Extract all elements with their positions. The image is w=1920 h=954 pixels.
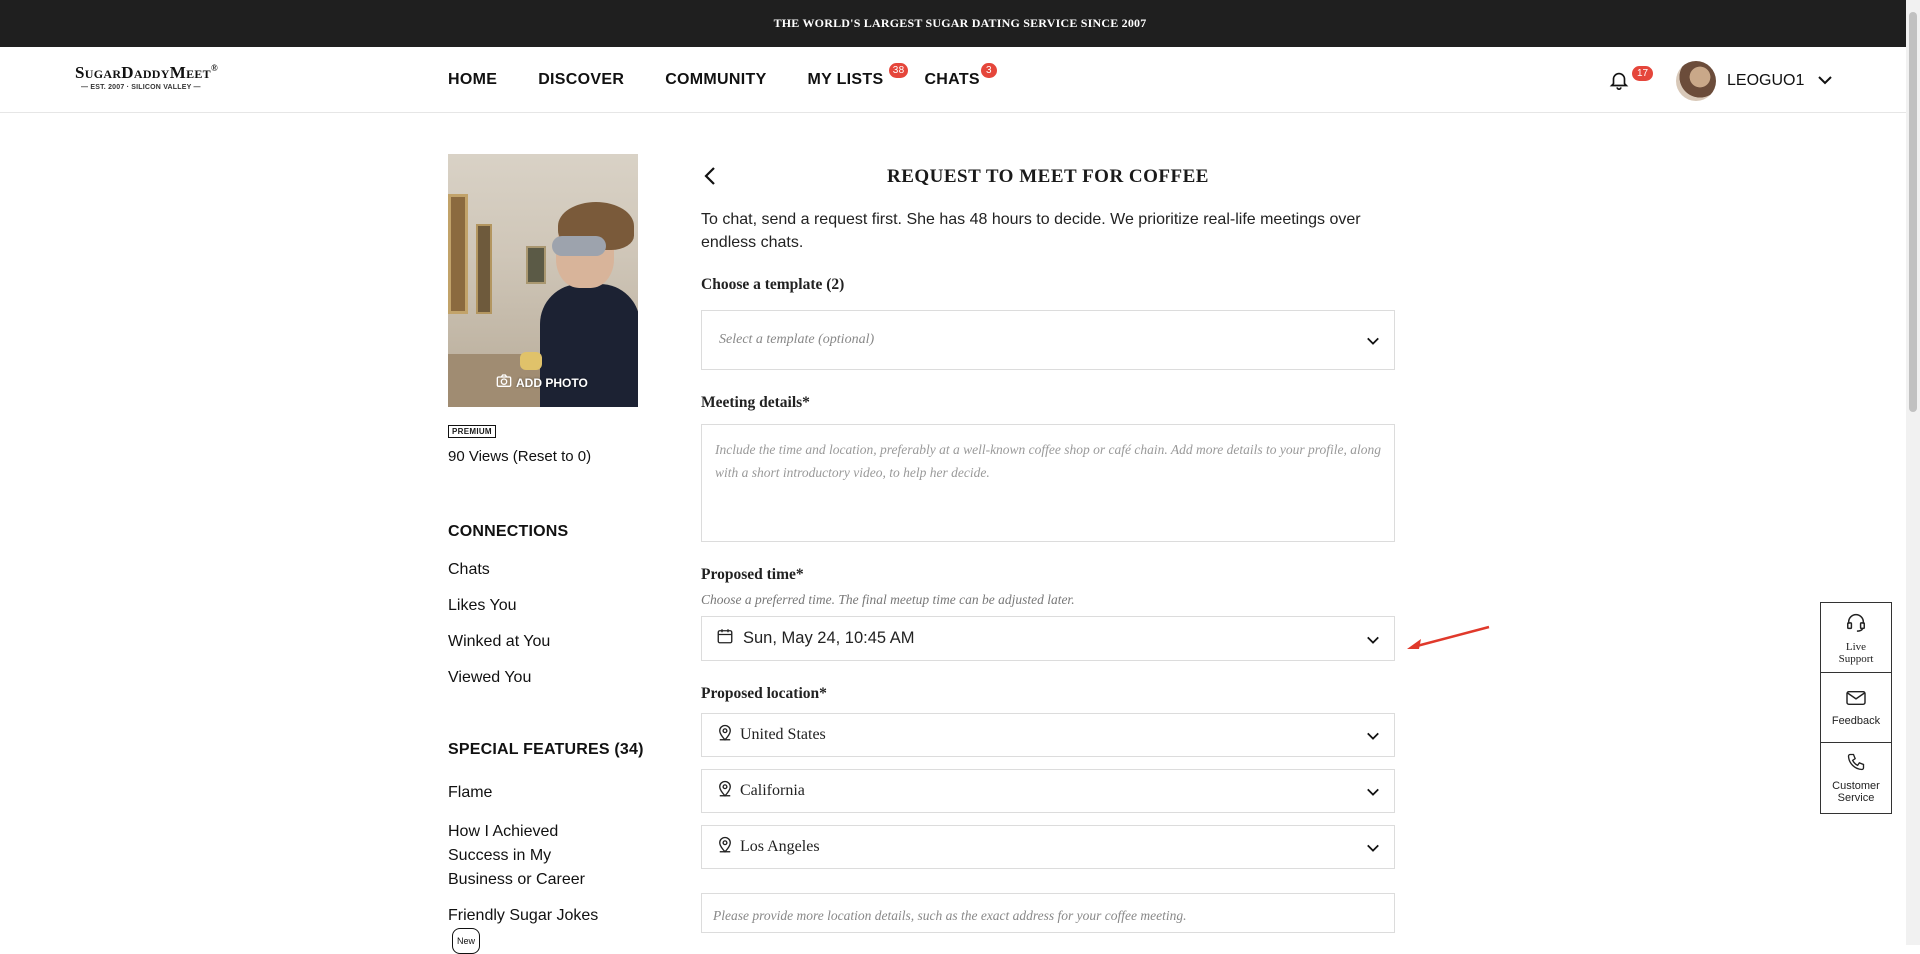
- page-title: REQUEST TO MEET FOR COFFEE: [886, 166, 1209, 187]
- notification-count-badge: 17: [1632, 66, 1654, 81]
- chevron-down-icon[interactable]: [1817, 73, 1833, 92]
- chevron-down-icon: [1366, 729, 1380, 747]
- nav-chats[interactable]: CHATS 3: [924, 63, 997, 89]
- state-value: California: [740, 782, 805, 799]
- new-badge: New: [452, 928, 481, 954]
- profile-photo[interactable]: ADD PHOTO: [448, 154, 638, 407]
- sidebar-item-viewed-you[interactable]: Viewed You: [448, 669, 648, 705]
- add-photo-button[interactable]: ADD PHOTO: [496, 374, 588, 391]
- nav-chats-label: CHATS: [924, 71, 980, 88]
- city-value: Los Angeles: [740, 838, 820, 855]
- top-banner-text: THE WORLD'S LARGEST SUGAR DATING SERVICE…: [773, 16, 1147, 30]
- nav-home[interactable]: HOME: [448, 71, 497, 89]
- my-lists-count-badge: 38: [888, 63, 909, 78]
- country-value: United States: [740, 726, 826, 743]
- page-scrollbar[interactable]: [1906, 0, 1920, 945]
- chevron-down-icon: [1366, 841, 1380, 859]
- nav-discover[interactable]: DISCOVER: [538, 71, 624, 89]
- profile-sidebar: ADD PHOTO PREMIUM 90 Views (Reset to 0) …: [448, 154, 648, 954]
- nav-community-label: COMMUNITY: [665, 71, 767, 88]
- feedback-label: Feedback: [1831, 714, 1881, 727]
- headset-icon: [1845, 611, 1867, 638]
- template-select[interactable]: Select a template (optional): [701, 310, 1395, 370]
- annotation-arrow-icon: [1405, 623, 1495, 658]
- chevron-down-icon: [1366, 785, 1380, 803]
- sidebar-item-winked[interactable]: Winked at You: [448, 633, 648, 669]
- chevron-down-icon: [1366, 633, 1380, 651]
- proposed-time-select[interactable]: Sun, May 24, 10:45 AM: [701, 616, 1395, 661]
- scrollbar-thumb[interactable]: [1909, 12, 1917, 412]
- country-select[interactable]: United States: [701, 713, 1395, 757]
- sidebar-item-sugar-jokes[interactable]: Friendly Sugar Jokes New: [448, 904, 608, 954]
- nav-home-label: HOME: [448, 71, 498, 88]
- proposed-time-hint: Choose a preferred time. The final meetu…: [701, 592, 1075, 607]
- sidebar-item-chats[interactable]: Chats: [448, 561, 648, 597]
- proposed-location-label: Proposed location*: [701, 685, 827, 702]
- add-photo-label: ADD PHOTO: [516, 375, 588, 390]
- live-support-button[interactable]: Live Support: [1821, 603, 1891, 673]
- location-pin-icon: [716, 724, 734, 747]
- nav-community[interactable]: COMMUNITY: [665, 71, 766, 89]
- meeting-details-textarea[interactable]: Include the time and location, preferabl…: [701, 424, 1395, 542]
- camera-icon: [496, 374, 512, 391]
- customer-service-label: Customer Service: [1832, 780, 1880, 804]
- special-features-list: Flame How I Achieved Success in My Busin…: [448, 784, 648, 954]
- site-header: SugarDaddyMeet® — EST. 2007 · SILICON VA…: [0, 47, 1906, 113]
- location-pin-icon: [716, 780, 734, 803]
- back-arrow-icon[interactable]: [701, 166, 721, 186]
- meet-request-form: REQUEST TO MEET FOR COFFEE To chat, send…: [701, 154, 1395, 933]
- mail-icon: [1845, 689, 1867, 712]
- username[interactable]: LEOGUO1: [1727, 72, 1804, 90]
- bell-icon[interactable]: [1608, 69, 1630, 91]
- nav-my-lists[interactable]: MY LISTS 38: [807, 63, 909, 89]
- sidebar-item-likes-you[interactable]: Likes You: [448, 597, 648, 633]
- chevron-down-icon: [1366, 334, 1380, 352]
- live-support-label: Live Support: [1838, 640, 1874, 665]
- template-label: Choose a template (2): [701, 276, 845, 293]
- proposed-time-value: Sun, May 24, 10:45 AM: [743, 629, 915, 647]
- feedback-button[interactable]: Feedback: [1821, 673, 1891, 743]
- proposed-time-label: Proposed time*: [701, 566, 804, 583]
- site-logo[interactable]: SugarDaddyMeet® — EST. 2007 · SILICON VA…: [75, 63, 218, 91]
- location-pin-icon: [716, 836, 734, 859]
- profile-views[interactable]: 90 Views (Reset to 0): [448, 448, 648, 465]
- intro-text: To chat, send a request first. She has 4…: [701, 211, 1361, 251]
- user-avatar[interactable]: [1676, 61, 1716, 101]
- connections-list: Chats Likes You Winked at You Viewed You: [448, 561, 648, 705]
- logo-reg: ®: [211, 63, 219, 73]
- location-details-input[interactable]: Please provide more location details, su…: [701, 893, 1395, 933]
- nav-discover-label: DISCOVER: [538, 71, 625, 88]
- premium-badge: PREMIUM: [448, 425, 496, 438]
- calendar-icon: [716, 627, 734, 650]
- location-details-placeholder: Please provide more location details, su…: [713, 908, 1187, 923]
- state-select[interactable]: California: [701, 769, 1395, 813]
- chats-count-badge: 3: [980, 63, 997, 78]
- connections-heading: CONNECTIONS: [448, 523, 569, 540]
- top-banner: THE WORLD'S LARGEST SUGAR DATING SERVICE…: [0, 0, 1920, 47]
- sidebar-item-flame[interactable]: Flame: [448, 784, 648, 802]
- sugar-jokes-label: Friendly Sugar Jokes: [448, 907, 599, 924]
- nav-my-lists-label: MY LISTS: [807, 71, 884, 88]
- template-placeholder: Select a template (optional): [719, 332, 875, 347]
- logo-tagline: — EST. 2007 · SILICON VALLEY —: [81, 84, 201, 91]
- support-panel: Live Support Feedback Customer Service: [1820, 602, 1892, 814]
- meeting-details-label: Meeting details*: [701, 394, 810, 411]
- special-features-heading: SPECIAL FEATURES (34): [448, 741, 644, 758]
- main-nav: HOME DISCOVER COMMUNITY MY LISTS 38 CHATS…: [448, 63, 1021, 89]
- customer-service-button[interactable]: Customer Service: [1821, 743, 1891, 813]
- meeting-details-placeholder: Include the time and location, preferabl…: [715, 442, 1382, 480]
- phone-icon: [1846, 752, 1866, 777]
- sidebar-item-success-story[interactable]: How I Achieved Success in My Business or…: [448, 820, 608, 892]
- logo-name: SugarDaddyMeet: [75, 63, 211, 82]
- city-select[interactable]: Los Angeles: [701, 825, 1395, 869]
